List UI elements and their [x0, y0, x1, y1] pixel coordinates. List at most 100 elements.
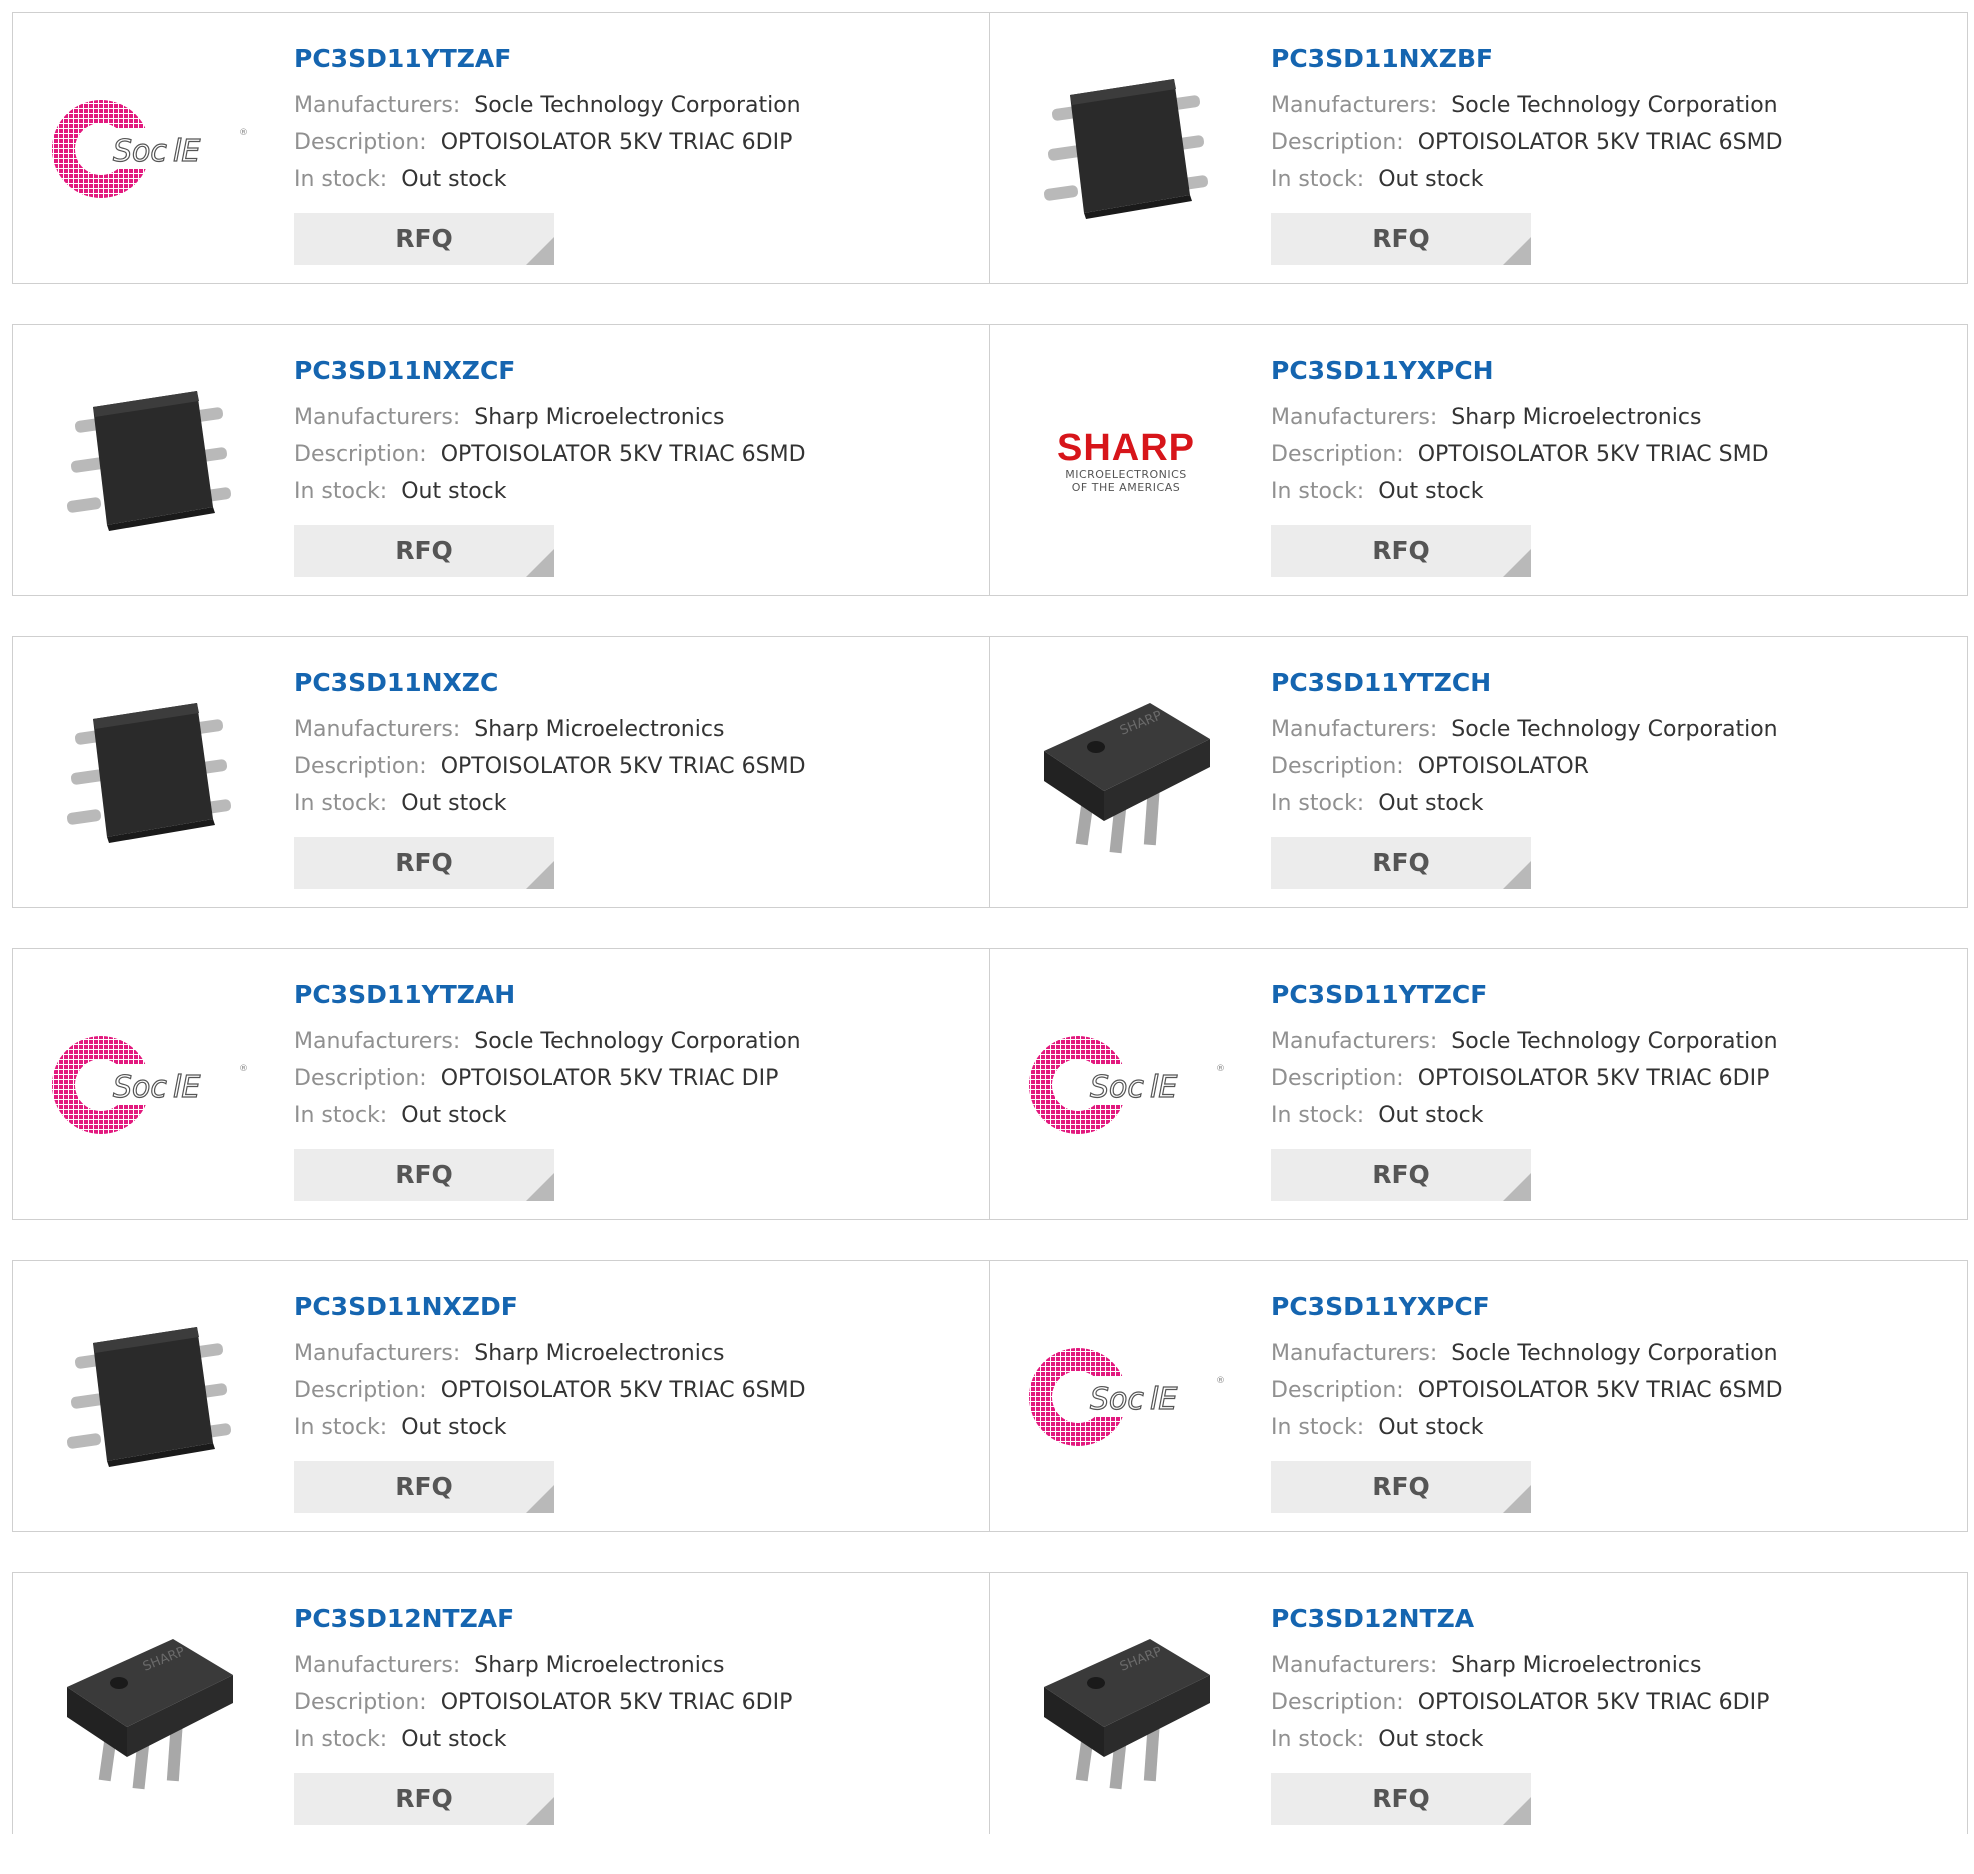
product-row: PC3SD11NXZDF Manufacturers: Sharp Microel… — [12, 1260, 1968, 1532]
rfq-button[interactable]: RFQ — [1271, 1461, 1531, 1513]
product-info: PC3SD11NXZC Manufacturers: Sharp Microele… — [294, 665, 969, 889]
part-number-link[interactable]: PC3SD11YTZAH — [294, 977, 969, 1013]
product-info: PC3SD11YTZAF Manufacturers: Socle Technol… — [294, 41, 969, 265]
socle-logo[interactable]: Soc lE ® — [49, 985, 249, 1185]
description-line: Description: OPTOISOLATOR — [1271, 748, 1947, 785]
manufacturer-line: Manufacturers: Socle Technology Corporati… — [1271, 1023, 1947, 1060]
rfq-button[interactable]: RFQ — [1271, 213, 1531, 265]
manufacturer-label: Manufacturers: — [1271, 1341, 1438, 1366]
stock-line: In stock: Out stock — [1271, 473, 1947, 510]
product-card: Soc lE ® PC3SD11YTZAH Manufacturers: Socl… — [12, 948, 990, 1220]
smd-chip-image[interactable] — [1026, 49, 1226, 249]
dip-chip-image[interactable]: SHARP — [1026, 1609, 1226, 1809]
manufacturer-line: Manufacturers: Socle Technology Corporati… — [294, 87, 969, 124]
manufacturer-value: Socle Technology Corporation — [1451, 717, 1778, 742]
rfq-button[interactable]: RFQ — [294, 213, 554, 265]
rfq-button[interactable]: RFQ — [1271, 837, 1531, 889]
corner-triangle-icon — [1503, 1485, 1531, 1513]
description-label: Description: — [294, 1690, 427, 1715]
rfq-label: RFQ — [395, 536, 453, 565]
part-number-link[interactable]: PC3SD12NTZA — [1271, 1601, 1947, 1637]
corner-triangle-icon — [1503, 237, 1531, 265]
rfq-label: RFQ — [1372, 1472, 1430, 1501]
rfq-button[interactable]: RFQ — [294, 1461, 554, 1513]
smd-chip-image[interactable] — [49, 1297, 249, 1497]
part-number-link[interactable]: PC3SD11NXZBF — [1271, 41, 1947, 77]
description-line: Description: OPTOISOLATOR 5KV TRIAC 6DIP — [294, 124, 969, 161]
description-line: Description: OPTOISOLATOR 5KV TRIAC 6SMD — [294, 748, 969, 785]
stock-value: Out stock — [401, 1103, 507, 1128]
description-value: OPTOISOLATOR 5KV TRIAC 6DIP — [440, 1690, 793, 1715]
manufacturer-line: Manufacturers: Sharp Microelectronics — [294, 1335, 969, 1372]
rfq-button[interactable]: RFQ — [1271, 525, 1531, 577]
svg-text:®: ® — [1216, 1376, 1225, 1386]
description-label: Description: — [1271, 130, 1404, 155]
smd-chip-image[interactable] — [49, 361, 249, 561]
socle-logo[interactable]: Soc lE ® — [49, 49, 249, 249]
product-info: PC3SD11YTZCF Manufacturers: Socle Technol… — [1271, 977, 1947, 1201]
part-number-link[interactable]: PC3SD11YTZAF — [294, 41, 969, 77]
stock-value: Out stock — [401, 1727, 507, 1752]
product-card: Soc lE ® PC3SD11YXPCF Manufacturers: Socl… — [990, 1260, 1968, 1532]
product-card: SHARP PC3SD12NTZA Manufacturers: Sharp Mi… — [990, 1572, 1968, 1834]
part-number-link[interactable]: PC3SD11YXPCH — [1271, 353, 1947, 389]
sharp-logo[interactable]: SHARP MICROELECTRONICS OF THE AMERICAS — [1026, 361, 1226, 561]
stock-label: In stock: — [294, 1415, 388, 1440]
svg-text:Soc: Soc — [1090, 1382, 1144, 1417]
stock-line: In stock: Out stock — [1271, 161, 1947, 198]
description-label: Description: — [1271, 1066, 1404, 1091]
svg-text:®: ® — [1216, 1064, 1225, 1074]
description-label: Description: — [1271, 1378, 1404, 1403]
smd-chip-image[interactable] — [49, 673, 249, 873]
rfq-button[interactable]: RFQ — [294, 837, 554, 889]
rfq-label: RFQ — [1372, 1784, 1430, 1813]
description-line: Description: OPTOISOLATOR 5KV TRIAC SMD — [1271, 436, 1947, 473]
rfq-button[interactable]: RFQ — [1271, 1149, 1531, 1201]
part-number-link[interactable]: PC3SD11YTZCF — [1271, 977, 1947, 1013]
svg-text:lE: lE — [173, 134, 200, 169]
product-card: SHARP PC3SD11YTZCH Manufacturers: Socle T… — [990, 636, 1968, 908]
stock-value: Out stock — [401, 791, 507, 816]
rfq-button[interactable]: RFQ — [294, 525, 554, 577]
description-label: Description: — [294, 1378, 427, 1403]
product-info: PC3SD11YTZAH Manufacturers: Socle Technol… — [294, 977, 969, 1201]
dip-chip-image[interactable]: SHARP — [49, 1609, 249, 1809]
stock-label: In stock: — [294, 1103, 388, 1128]
part-number-link[interactable]: PC3SD11YXPCF — [1271, 1289, 1947, 1325]
rfq-button[interactable]: RFQ — [294, 1773, 554, 1825]
socle-logo[interactable]: Soc lE ® — [1026, 985, 1226, 1185]
part-number-link[interactable]: PC3SD11NXZC — [294, 665, 969, 701]
part-number-link[interactable]: PC3SD12NTZAF — [294, 1601, 969, 1637]
stock-value: Out stock — [1378, 1415, 1484, 1440]
product-card: Soc lE ® PC3SD11YTZAF Manufacturers: Socl… — [12, 12, 990, 284]
socle-logo[interactable]: Soc lE ® — [1026, 1297, 1226, 1497]
product-row: PC3SD11NXZC Manufacturers: Sharp Microele… — [12, 636, 1968, 908]
product-row: PC3SD11NXZCF Manufacturers: Sharp Microel… — [12, 324, 1968, 596]
corner-triangle-icon — [1503, 1173, 1531, 1201]
rfq-button[interactable]: RFQ — [294, 1149, 554, 1201]
stock-value: Out stock — [1378, 167, 1484, 192]
description-line: Description: OPTOISOLATOR 5KV TRIAC 6SMD — [294, 436, 969, 473]
description-value: OPTOISOLATOR 5KV TRIAC 6DIP — [440, 130, 793, 155]
stock-label: In stock: — [294, 479, 388, 504]
manufacturer-line: Manufacturers: Sharp Microelectronics — [294, 711, 969, 748]
product-info: PC3SD12NTZAF Manufacturers: Sharp Microel… — [294, 1601, 969, 1825]
svg-text:Soc: Soc — [113, 134, 167, 169]
corner-triangle-icon — [526, 237, 554, 265]
manufacturer-line: Manufacturers: Sharp Microelectronics — [1271, 1647, 1947, 1684]
description-value: OPTOISOLATOR 5KV TRIAC 6SMD — [440, 1378, 806, 1403]
dip-chip-image[interactable]: SHARP — [1026, 673, 1226, 873]
rfq-button[interactable]: RFQ — [1271, 1773, 1531, 1825]
part-number-link[interactable]: PC3SD11NXZCF — [294, 353, 969, 389]
part-number-link[interactable]: PC3SD11YTZCH — [1271, 665, 1947, 701]
description-label: Description: — [294, 442, 427, 467]
manufacturer-line: Manufacturers: Socle Technology Corporati… — [1271, 87, 1947, 124]
manufacturer-value: Socle Technology Corporation — [1451, 93, 1778, 118]
stock-value: Out stock — [1378, 479, 1484, 504]
rfq-label: RFQ — [395, 1160, 453, 1189]
manufacturer-line: Manufacturers: Socle Technology Corporati… — [294, 1023, 969, 1060]
part-number-link[interactable]: PC3SD11NXZDF — [294, 1289, 969, 1325]
manufacturer-line: Manufacturers: Socle Technology Corporati… — [1271, 1335, 1947, 1372]
svg-text:lE: lE — [1150, 1382, 1177, 1417]
manufacturer-label: Manufacturers: — [1271, 93, 1438, 118]
